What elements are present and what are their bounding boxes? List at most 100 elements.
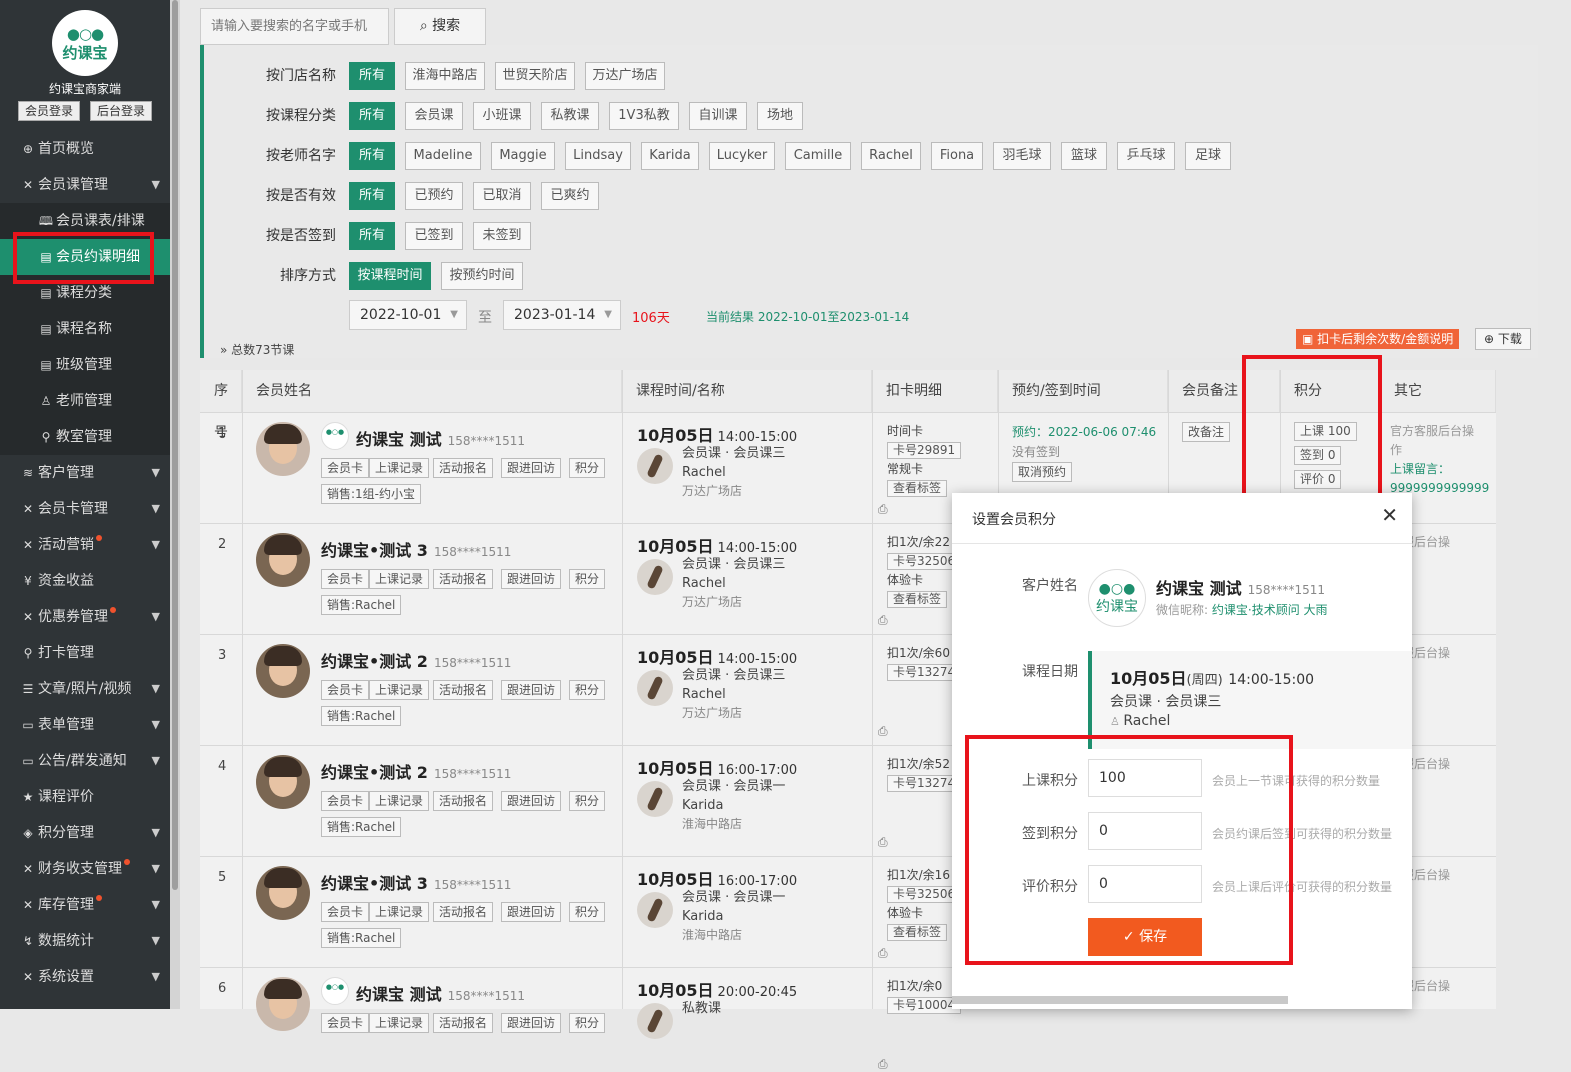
- filter-chip-signin[interactable]: 未签到: [473, 222, 531, 250]
- print-icon[interactable]: ⎙: [878, 1057, 888, 1072]
- filter-chip-valid[interactable]: 已取消: [473, 182, 531, 210]
- date-to-picker[interactable]: 2023-01-14 ▼: [503, 300, 621, 330]
- filter-chip-category[interactable]: 会员课: [405, 102, 463, 130]
- filter-chip-store[interactable]: 万达广场店: [585, 62, 665, 90]
- member-action-button[interactable]: 活动报名: [433, 569, 494, 589]
- member-login-button[interactable]: 会员登录: [18, 101, 80, 121]
- admin-login-button[interactable]: 后台登录: [90, 101, 152, 121]
- search-input[interactable]: 请输入要搜索的名字或手机: [200, 8, 389, 45]
- member-action-button[interactable]: 活动报名: [433, 458, 494, 478]
- member-action-button[interactable]: 上课记录: [369, 458, 430, 478]
- filter-chip-category[interactable]: 私教课: [541, 102, 599, 130]
- member-action-button[interactable]: 积分: [569, 1013, 606, 1033]
- member-action-button[interactable]: 积分: [569, 791, 606, 811]
- member-action-button[interactable]: 上课记录: [369, 902, 430, 922]
- eval-points-input[interactable]: 0: [1088, 865, 1202, 903]
- sidebar-item[interactable]: ▭ 公告/群发通知 ▼: [0, 743, 170, 779]
- member-name[interactable]: 约课宝•测试 2 158****1511: [321, 759, 511, 783]
- sidebar-item[interactable]: ↯ 数据统计 ▼: [0, 923, 170, 959]
- member-action-button[interactable]: 会员卡: [321, 902, 370, 922]
- edit-remark-button[interactable]: 改备注: [1182, 422, 1231, 442]
- member-action-button[interactable]: 活动报名: [433, 791, 494, 811]
- print-icon[interactable]: ⎙: [878, 724, 888, 739]
- member-action-button[interactable]: 上课记录: [369, 1013, 430, 1033]
- sidebar-item[interactable]: ✕ 会员课管理 ▼: [0, 167, 170, 203]
- print-icon[interactable]: ⎙: [878, 502, 888, 517]
- sidebar-item[interactable]: ⊕ 首页概览: [0, 131, 170, 167]
- filter-chip-category[interactable]: 1V3私教: [609, 102, 679, 130]
- member-action-button[interactable]: 跟进回访: [501, 902, 562, 922]
- sidebar-item[interactable]: ♙ 老师管理: [0, 383, 170, 419]
- member-action-button[interactable]: 跟进回访: [501, 1013, 562, 1033]
- sign-points-input[interactable]: 0: [1088, 812, 1202, 850]
- deduct-note-button[interactable]: ▣ 扣卡后剩余次数/金额说明: [1296, 329, 1460, 349]
- filter-chip-sort[interactable]: 按课程时间: [349, 262, 431, 290]
- save-button[interactable]: ✓ 保存: [1088, 918, 1202, 956]
- points-eval[interactable]: 评价 0: [1294, 470, 1342, 489]
- sidebar-item[interactable]: ¥ 资金收益: [0, 563, 170, 599]
- class-points-input[interactable]: 100: [1088, 759, 1202, 797]
- sidebar-item[interactable]: ≋ 客户管理 ▼: [0, 455, 170, 491]
- sidebar-item[interactable]: ★ 课程评价: [0, 779, 170, 815]
- member-action-button[interactable]: 活动报名: [433, 902, 494, 922]
- member-action-button[interactable]: 上课记录: [369, 680, 430, 700]
- sidebar-item[interactable]: ⚲ 教室管理: [0, 419, 170, 455]
- filter-chip-teacher[interactable]: 足球: [1185, 142, 1231, 170]
- filter-chip-teacher[interactable]: Maggie: [491, 142, 555, 170]
- filter-chip-teacher[interactable]: Lucyker: [709, 142, 775, 170]
- filter-chip-category[interactable]: 场地: [757, 102, 803, 130]
- member-action-button[interactable]: 会员卡: [321, 680, 370, 700]
- sidebar-item[interactable]: ▤ 班级管理: [0, 347, 170, 383]
- filter-chip-teacher[interactable]: Rachel: [861, 142, 921, 170]
- points-sign[interactable]: 签到 0: [1294, 446, 1342, 465]
- filter-chip-valid[interactable]: 所有: [349, 182, 395, 210]
- member-action-button[interactable]: 上课记录: [369, 791, 430, 811]
- filter-chip-teacher[interactable]: Camille: [785, 142, 851, 170]
- download-button[interactable]: ⊕ 下载: [1475, 328, 1531, 350]
- member-action-button[interactable]: 积分: [569, 680, 606, 700]
- view-tags-button[interactable]: 查看标签: [887, 480, 948, 497]
- filter-chip-teacher[interactable]: 羽毛球: [993, 142, 1051, 170]
- member-action-button[interactable]: 活动报名: [433, 1013, 494, 1033]
- filter-chip-teacher[interactable]: 篮球: [1061, 142, 1107, 170]
- filter-chip-teacher[interactable]: Karida: [641, 142, 699, 170]
- member-action-button[interactable]: 活动报名: [433, 680, 494, 700]
- member-action-button[interactable]: 会员卡: [321, 791, 370, 811]
- print-icon[interactable]: ⎙: [878, 613, 888, 628]
- filter-chip-signin[interactable]: 已签到: [405, 222, 463, 250]
- sidebar-item[interactable]: ☰ 文章/照片/视频 ▼: [0, 671, 170, 707]
- sidebar-item[interactable]: ▤ 会员约课明细: [0, 239, 170, 275]
- member-name[interactable]: 约课宝 测试 158****1511: [356, 981, 525, 1005]
- sidebar-item[interactable]: ✕ 库存管理 ▼: [0, 887, 170, 923]
- member-action-button[interactable]: 积分: [569, 458, 606, 478]
- sidebar-item[interactable]: ⚲ 打卡管理: [0, 635, 170, 671]
- filter-chip-category[interactable]: 小班课: [473, 102, 531, 130]
- print-icon[interactable]: ⎙: [878, 835, 888, 850]
- date-from-picker[interactable]: 2022-10-01 ▼: [349, 300, 467, 330]
- member-action-button[interactable]: 上课记录: [369, 569, 430, 589]
- table-hscrollbar[interactable]: [952, 996, 1288, 1004]
- member-name[interactable]: 约课宝•测试 2 158****1511: [321, 648, 511, 672]
- sidebar-item[interactable]: 🕮 会员课表/排课: [0, 203, 170, 239]
- search-button[interactable]: ⌕ 搜索: [394, 8, 486, 45]
- view-tags-button[interactable]: 查看标签: [887, 591, 948, 608]
- view-tags-button[interactable]: 查看标签: [887, 924, 948, 941]
- sidebar-scroll-thumb[interactable]: [172, 0, 178, 890]
- filter-chip-teacher[interactable]: 所有: [349, 142, 395, 170]
- member-name[interactable]: 约课宝 测试 158****1511: [356, 426, 525, 450]
- filter-chip-store[interactable]: 淮海中路店: [405, 62, 485, 90]
- member-action-button[interactable]: 跟进回访: [501, 680, 562, 700]
- member-action-button[interactable]: 会员卡: [321, 458, 370, 478]
- sidebar-item[interactable]: ✕ 系统设置 ▼: [0, 959, 170, 995]
- sidebar-item[interactable]: ▤ 课程名称: [0, 311, 170, 347]
- filter-chip-store[interactable]: 所有: [349, 62, 395, 90]
- filter-chip-sort[interactable]: 按预约时间: [441, 262, 523, 290]
- filter-chip-category[interactable]: 所有: [349, 102, 395, 130]
- filter-chip-teacher[interactable]: Fiona: [931, 142, 983, 170]
- member-action-button[interactable]: 跟进回访: [501, 791, 562, 811]
- member-action-button[interactable]: 跟进回访: [501, 569, 562, 589]
- filter-chip-teacher[interactable]: 乒乓球: [1117, 142, 1175, 170]
- filter-chip-teacher[interactable]: Lindsay: [565, 142, 631, 170]
- filter-chip-teacher[interactable]: Madeline: [405, 142, 481, 170]
- member-name[interactable]: 约课宝•测试 3 158****1511: [321, 537, 511, 561]
